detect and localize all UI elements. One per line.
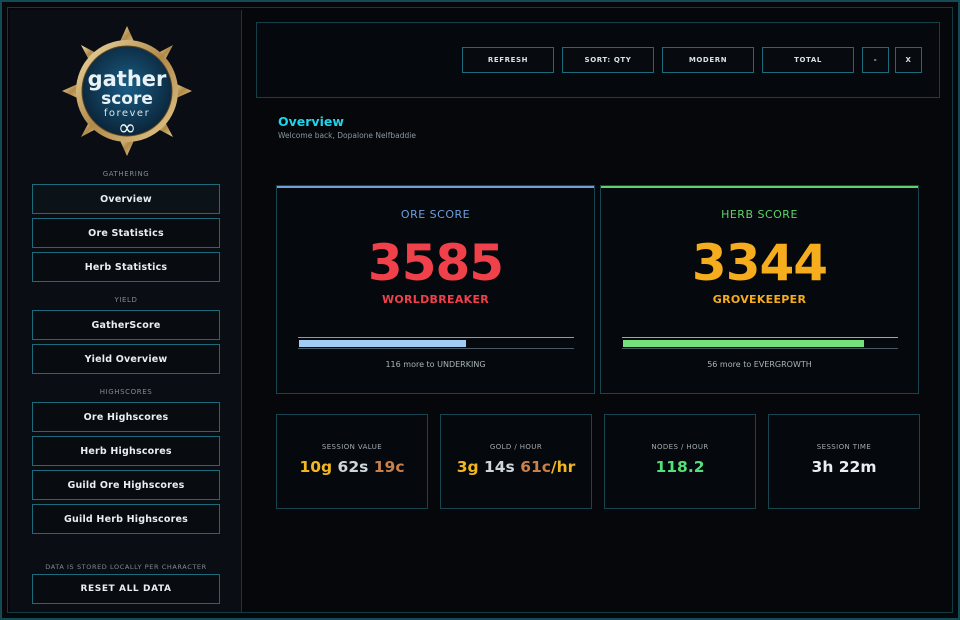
gold-per-hour-gold: 3g [456,458,479,476]
sidebar-item-guild-ore-highscores[interactable]: Guild Ore Highscores [32,470,220,500]
herb-progress-track-line [622,337,898,338]
herb-progress-fill [623,340,865,347]
section-label-highscores: HIGHSCORES [99,388,153,396]
session-value-gold: 10g [299,458,333,476]
session-time-value: 3h 22m [811,458,877,476]
session-value-copper: 19c [373,458,405,476]
sort-button[interactable]: SORT: QTY [562,47,654,73]
session-time-card: SESSION TIME 3h 22m [768,414,920,509]
section-label-yield: YIELD [114,296,138,304]
sidebar-item-guild-herb-highscores[interactable]: Guild Herb Highscores [32,504,220,534]
gatherscore-logo: gather score forever ∞ [62,26,192,156]
session-value-card: SESSION VALUE 10g 62s 19c [276,414,428,509]
ore-score-value: 3585 [367,234,504,292]
herb-rank-title: GROVEKEEPER [712,293,807,306]
sidebar-item-gatherscore[interactable]: GatherScore [32,310,220,340]
ore-score-label: ORE SCORE [400,208,471,221]
sidebar-item-herb-statistics[interactable]: Herb Statistics [32,252,220,282]
ore-next-rank-text: 116 more to UNDERKING [385,360,486,369]
section-label-gathering: GATHERING [102,170,150,178]
ore-rank-title: WORLDBREAKER [381,293,490,306]
app-window: gather score forever ∞ GATHERING Overvie… [0,0,960,620]
gold-per-hour-copper: 61c/hr [520,458,575,476]
mode-button[interactable]: MODERN [662,47,754,73]
gold-per-hour-amount: 3g 14s 61c/hr [441,458,591,476]
session-value-label: SESSION VALUE [321,443,383,451]
herb-score-value: 3344 [691,234,828,292]
close-button[interactable]: X [895,47,922,73]
minimize-button[interactable]: - [862,47,889,73]
page-title: Overview [278,114,344,129]
ore-progress-fill [299,340,467,347]
herb-score-label: HERB SCORE [721,208,798,221]
gold-per-hour-card: GOLD / HOUR 3g 14s 61c/hr [440,414,592,509]
herb-next-rank-text: 56 more to EVERGROWTH [707,360,812,369]
total-button[interactable]: TOTAL [762,47,854,73]
sidebar: gather score forever ∞ GATHERING Overvie… [10,10,242,612]
sidebar-item-herb-highscores[interactable]: Herb Highscores [32,436,220,466]
infinity-icon: ∞ [118,116,136,141]
herb-score-card: HERB SCORE 3344 GROVEKEEPER 56 more to E… [600,185,919,394]
logo-text-gather: gather [88,67,167,91]
sidebar-item-ore-highscores[interactable]: Ore Highscores [32,402,220,432]
nodes-per-hour-label: NODES / HOUR [651,443,709,451]
refresh-button[interactable]: REFRESH [462,47,554,73]
session-time-label: SESSION TIME [816,443,872,451]
reset-all-data-button[interactable]: RESET ALL DATA [32,574,220,604]
gold-per-hour-silver: 14s [483,458,515,476]
toolbar: REFRESH SORT: QTY MODERN TOTAL - X [256,22,940,98]
ore-score-card: ORE SCORE 3585 WORLDBREAKER 116 more to … [276,185,595,394]
storage-note: DATA IS STORED LOCALLY PER CHARACTER [45,563,207,571]
logo-text-score: score [101,89,153,109]
gold-per-hour-suffix: /hr [550,458,576,476]
ore-card-accent-line [277,186,594,188]
sidebar-item-overview[interactable]: Overview [32,184,220,214]
gold-per-hour-copper-value: 61c [520,458,551,476]
sidebar-item-yield-overview[interactable]: Yield Overview [32,344,220,374]
session-value-silver: 62s [337,458,369,476]
session-value-amount: 10g 62s 19c [277,458,427,476]
welcome-message: Welcome back, Dopalone Nelfbaddie [278,131,416,140]
nodes-per-hour-card: NODES / HOUR 118.2 [604,414,756,509]
ore-progress-track-line [298,337,574,338]
herb-card-accent-line [601,186,918,188]
herb-progress-bar [622,337,898,349]
gold-per-hour-label: GOLD / HOUR [489,443,543,451]
ore-progress-bar [298,337,574,349]
nodes-per-hour-value: 118.2 [655,458,705,476]
sidebar-item-ore-statistics[interactable]: Ore Statistics [32,218,220,248]
